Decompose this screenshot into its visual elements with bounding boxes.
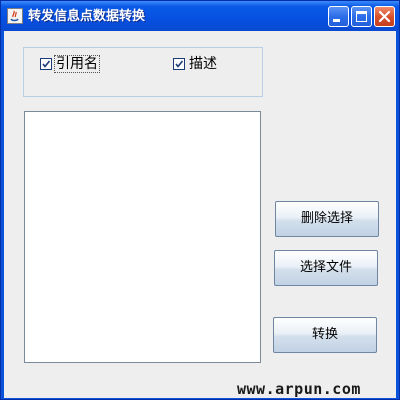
site-watermark: www.arpun.com — [237, 380, 361, 398]
client-area: 引用名 描述 删除选择 选择文件 转换 — [4, 31, 396, 398]
java-app-icon[interactable] — [7, 8, 23, 24]
description-label: 描述 — [189, 56, 217, 72]
minimize-button[interactable] — [328, 6, 349, 27]
maximize-icon — [356, 11, 367, 22]
maximize-button[interactable] — [351, 6, 372, 27]
reference-name-label: 引用名 — [54, 55, 100, 73]
close-button[interactable] — [374, 6, 395, 27]
choose-file-button[interactable]: 选择文件 — [274, 250, 378, 286]
checkmark-icon — [42, 60, 51, 68]
description-checkbox[interactable]: 描述 — [173, 56, 218, 72]
checkbox-box[interactable] — [173, 58, 185, 70]
title-bar[interactable]: 转发信息点数据转换 — [1, 1, 399, 31]
checkmark-icon — [175, 60, 184, 68]
reference-name-checkbox[interactable]: 引用名 — [40, 55, 100, 73]
checkbox-box[interactable] — [40, 58, 52, 70]
minimize-icon — [333, 19, 340, 22]
window-title: 转发信息点数据转换 — [28, 9, 146, 24]
app-window: 转发信息点数据转换 引用名 描述 删除选择 选择文件 转换 www.arpun.… — [0, 0, 400, 400]
convert-button[interactable]: 转换 — [273, 317, 377, 353]
file-list[interactable] — [24, 111, 261, 363]
close-icon — [378, 10, 391, 23]
delete-selection-button[interactable]: 删除选择 — [275, 201, 379, 237]
options-group — [23, 47, 263, 97]
